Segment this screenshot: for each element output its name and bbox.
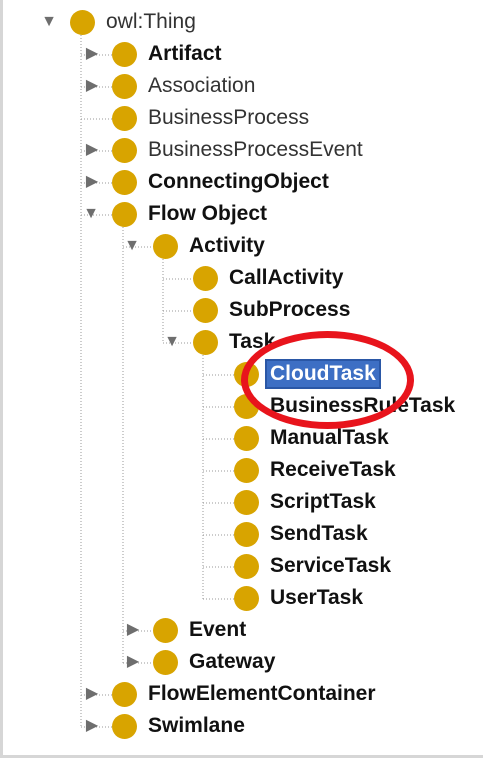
class-circle-icon <box>193 330 218 355</box>
class-circle-icon <box>112 138 137 163</box>
class-tree: ▼ owl:Thing ▶ Artifact ▶ Association Bus… <box>0 0 483 758</box>
tree-node-label: SubProcess <box>229 298 351 321</box>
class-circle-icon <box>234 522 259 547</box>
tree-node-label: ServiceTask <box>270 554 392 577</box>
triangle-down-icon[interactable]: ▼ <box>40 13 58 31</box>
triangle-down-icon[interactable]: ▼ <box>123 237 141 255</box>
triangle-right-icon[interactable]: ▶ <box>83 45 101 63</box>
class-circle-icon <box>234 426 259 451</box>
class-circle-icon <box>193 298 218 323</box>
tree-node-label: ConnectingObject <box>148 170 329 193</box>
class-circle-icon <box>153 618 178 643</box>
class-circle-icon <box>112 74 137 99</box>
class-circle-icon <box>112 170 137 195</box>
tree-node-label: ScriptTask <box>270 490 376 513</box>
tree-node-label: ReceiveTask <box>270 458 396 481</box>
class-circle-icon <box>112 106 137 131</box>
triangle-right-icon[interactable]: ▶ <box>83 77 101 95</box>
tree-node-label: Association <box>148 74 256 97</box>
tree-node-label: Artifact <box>148 42 222 65</box>
class-circle-icon <box>70 10 95 35</box>
tree-node-label: UserTask <box>270 586 364 609</box>
tree-node-label: Activity <box>189 234 265 257</box>
class-circle-icon <box>153 234 178 259</box>
class-circle-icon <box>234 586 259 611</box>
triangle-right-icon[interactable]: ▶ <box>124 653 142 671</box>
tree-node-label: FlowElementContainer <box>148 682 376 705</box>
tree-node-label: ManualTask <box>270 426 389 449</box>
class-circle-icon <box>234 362 259 387</box>
triangle-down-icon[interactable]: ▼ <box>163 333 181 351</box>
tree-node-label: CallActivity <box>229 266 344 289</box>
tree-node-label: SendTask <box>270 522 368 545</box>
class-circle-icon <box>234 554 259 579</box>
class-circle-icon <box>234 394 259 419</box>
class-circle-icon <box>234 490 259 515</box>
tree-node-label: Task <box>229 330 276 353</box>
tree-node-label: Gateway <box>189 650 276 673</box>
class-circle-icon <box>112 42 137 67</box>
triangle-right-icon[interactable]: ▶ <box>124 621 142 639</box>
class-circle-icon <box>193 266 218 291</box>
class-circle-icon <box>112 202 137 227</box>
triangle-down-icon[interactable]: ▼ <box>82 205 100 223</box>
tree-node-label-selected: CloudTask <box>265 359 381 389</box>
tree-node-label: Swimlane <box>148 714 245 737</box>
tree-node-label: BusinessProcess <box>148 106 310 129</box>
class-circle-icon <box>234 458 259 483</box>
triangle-right-icon[interactable]: ▶ <box>83 717 101 735</box>
tree-node-label: owl:Thing <box>106 10 196 33</box>
tree-node-label: Event <box>189 618 247 641</box>
tree-node-label: BusinessRuleTask <box>270 394 456 417</box>
triangle-right-icon[interactable]: ▶ <box>83 685 101 703</box>
class-circle-icon <box>112 682 137 707</box>
triangle-right-icon[interactable]: ▶ <box>83 173 101 191</box>
triangle-right-icon[interactable]: ▶ <box>83 141 101 159</box>
class-circle-icon <box>112 714 137 739</box>
tree-node-label: Flow Object <box>148 202 268 225</box>
tree-node-label: BusinessProcessEvent <box>148 138 363 161</box>
class-circle-icon <box>153 650 178 675</box>
